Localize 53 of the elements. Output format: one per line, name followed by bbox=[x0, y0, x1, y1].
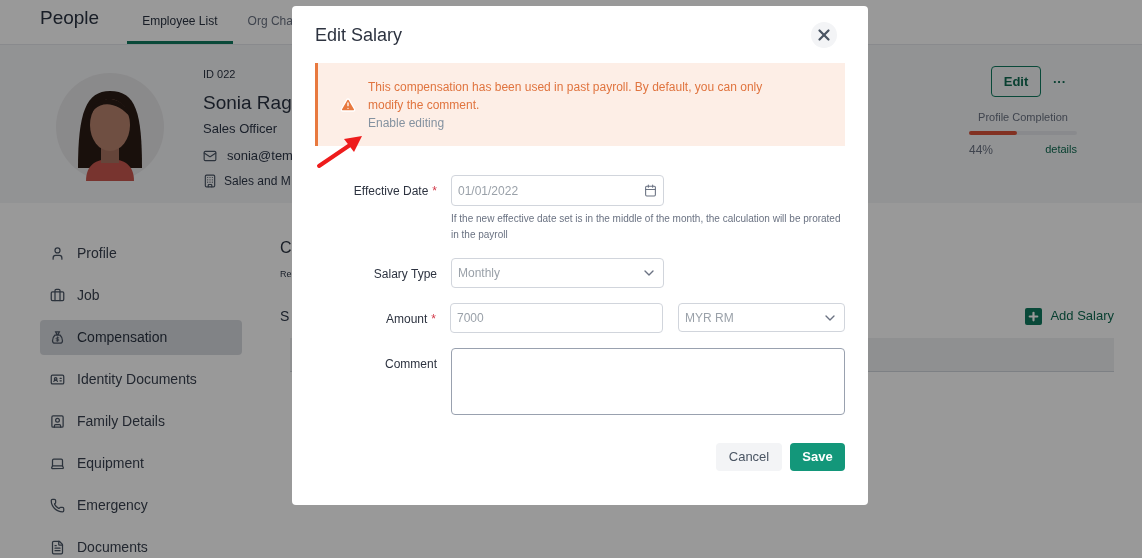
profile-completion-label: Profile Completion bbox=[977, 110, 1069, 125]
sidebar-item[interactable]: Identity Documents bbox=[40, 362, 242, 397]
comment-field[interactable] bbox=[451, 348, 845, 415]
money-bag-icon bbox=[50, 330, 65, 345]
employee-id: ID 022 bbox=[203, 67, 237, 82]
briefcase-icon bbox=[50, 288, 65, 303]
sidebar-item[interactable]: Family Details bbox=[40, 404, 242, 439]
arrow-drawing bbox=[316, 134, 364, 170]
enable-editing-link[interactable]: Enable editing bbox=[368, 113, 445, 132]
save-button[interactable]: Save bbox=[790, 443, 845, 471]
phone-icon bbox=[50, 498, 65, 513]
mail-icon bbox=[203, 148, 217, 163]
close-icon bbox=[815, 26, 833, 44]
section-subheading: S bbox=[280, 306, 290, 326]
warning-icon bbox=[340, 96, 356, 113]
employee-name: Sonia Rag bbox=[203, 90, 293, 115]
job-title: Sales Officer bbox=[203, 119, 279, 138]
required-mark: * bbox=[431, 311, 436, 328]
more-button[interactable]: ··· bbox=[1053, 71, 1066, 92]
field-label: Effective Date bbox=[353, 183, 429, 200]
field-label: Amount bbox=[385, 311, 428, 328]
tab[interactable]: Org Cha bbox=[232, 0, 308, 44]
calendar-icon bbox=[644, 184, 657, 197]
cancel-button[interactable]: Cancel bbox=[716, 443, 782, 471]
sidebar-item[interactable]: Job bbox=[40, 278, 242, 313]
alert-message: This compensation has been used in past payroll. By default, you can only modify the comment. bbox=[368, 78, 764, 114]
field-label: Salary Type bbox=[373, 266, 437, 283]
person-icon bbox=[50, 246, 65, 261]
employee-email: sonia@tem bbox=[227, 147, 293, 165]
id-card-icon bbox=[50, 372, 65, 387]
required-mark: * bbox=[432, 183, 437, 200]
sidebar-item[interactable]: Emergency bbox=[40, 488, 242, 523]
sidebar-item[interactable]: Compensation bbox=[40, 320, 242, 355]
document-icon bbox=[50, 540, 65, 555]
edit-button[interactable]: Edit bbox=[991, 66, 1041, 97]
sidebar-item[interactable]: Profile bbox=[40, 236, 242, 271]
sidebar-item[interactable]: Equipment bbox=[40, 446, 242, 481]
building-icon bbox=[203, 173, 217, 188]
field-label: Comment bbox=[385, 356, 437, 373]
add-salary-button[interactable]: Add Salary bbox=[1025, 306, 1114, 326]
section-title: C bbox=[280, 238, 292, 258]
employee-department: Sales and M bbox=[224, 172, 291, 190]
dialog-title: Edit Salary bbox=[315, 23, 403, 47]
laptop-icon bbox=[50, 456, 65, 471]
contact-card-icon bbox=[50, 414, 65, 429]
details-link[interactable]: details bbox=[1045, 140, 1077, 159]
field-hint: If the new effective date set is in the middle of the month, the calculation will be prorated in the payroll bbox=[451, 212, 841, 242]
section-subtitle: Re bbox=[280, 268, 292, 281]
plus-icon bbox=[1025, 307, 1043, 325]
app-title: People bbox=[40, 5, 100, 30]
sidebar-item[interactable]: Documents bbox=[40, 530, 242, 558]
close-button[interactable] bbox=[811, 22, 837, 48]
completion-percent: 44% bbox=[969, 141, 994, 159]
